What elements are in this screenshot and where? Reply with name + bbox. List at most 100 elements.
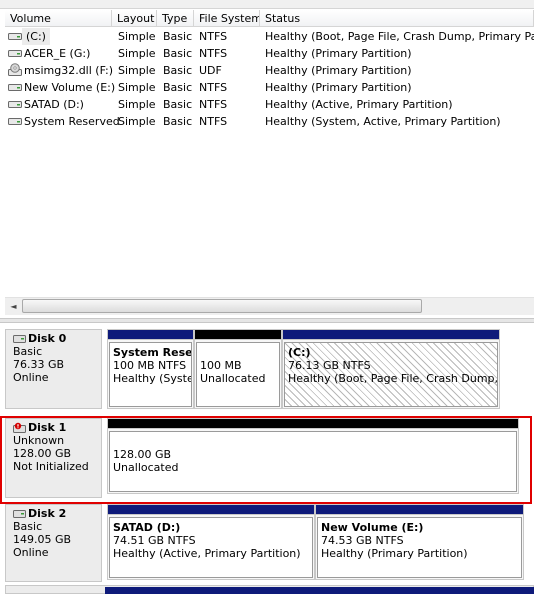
disk-icon [13,510,26,518]
partition-name: SATAD (D:) [113,521,181,534]
disk-state: Online [13,546,49,559]
disk-info-panel[interactable]: Disk 0 Basic 76.33 GB Online [5,329,102,409]
volume-name: System Reserved [24,115,120,128]
partition-c-drive[interactable]: (C:) 76.13 GB NTFS Healthy (Boot, Page F… [282,329,500,409]
partition-bar-partial [105,587,534,594]
partition-size: 128.00 GB [113,448,172,461]
volume-name: ACER_E (G:) [24,47,91,60]
drive-icon [8,33,22,40]
partition-status: Unallocated [200,372,266,385]
column-header-layout[interactable]: Layout [112,10,157,27]
volume-row[interactable]: ACER_E (G:) Simple Basic NTFS Healthy (P… [5,45,534,62]
partition-name: New Volume (E:) [321,521,424,534]
partition-status: Healthy (Primary Partition) [321,547,468,560]
cd-drive-icon [8,63,22,76]
partition-unallocated[interactable]: 128.00 GB Unallocated [107,418,519,494]
partition-bar [107,504,315,515]
volume-layout: Simple [118,30,156,43]
volume-status: Healthy (Active, Primary Partition) [265,98,453,111]
partition-status: Healthy (Boot, Page File, Crash Dump, Pr… [288,372,498,385]
volume-row[interactable]: (C:) Simple Basic NTFS Healthy (Boot, Pa… [5,28,534,45]
disk-size: 128.00 GB [13,447,72,460]
disk-size: 76.33 GB [13,358,65,371]
partition-body: SATAD (D:) 74.51 GB NTFS Healthy (Active… [109,517,313,578]
partition-status: Healthy (Active, Primary Partition) [113,547,301,560]
partition-bar [194,329,282,340]
volume-layout: Simple [118,64,156,77]
partition-satad[interactable]: SATAD (D:) 74.51 GB NTFS Healthy (Active… [107,504,315,580]
disk-info-panel[interactable]: Disk 2 Basic 149.05 GB Online [5,504,102,582]
partition-bar [107,418,519,429]
volume-list[interactable]: Volume Layout Type File System Status (C… [0,0,534,318]
volume-fs: NTFS [199,81,228,94]
disk-title: Disk 2 [13,507,101,520]
disk-title: Disk 1 [13,421,101,434]
volume-fs: NTFS [199,115,228,128]
drive-icon [8,118,22,125]
partition-body: New Volume (E:) 74.53 GB NTFS Healthy (P… [317,517,522,578]
volume-layout: Simple [118,47,156,60]
volume-type: Basic [163,30,193,43]
disk-title: Disk 0 [13,332,101,345]
volume-name: (C:) [22,28,50,45]
volume-status: Healthy (Primary Partition) [265,47,412,60]
volume-layout: Simple [118,115,156,128]
volume-row[interactable]: System Reserved Simple Basic NTFS Health… [5,113,534,130]
volume-status: Healthy (Primary Partition) [265,81,412,94]
disk-info-panel[interactable]: Disk 1 Unknown 128.00 GB Not Initialized [5,418,102,498]
scroll-left-arrow-icon[interactable]: ◄ [5,298,22,315]
volume-name: msimg32.dll (F:) [24,64,114,77]
drive-icon [8,84,22,91]
partition-size: 76.13 GB NTFS [288,359,371,372]
partition-unallocated[interactable]: 100 MB Unallocated [194,329,282,409]
horizontal-scrollbar[interactable]: ◄ [5,297,534,315]
column-header-status[interactable]: Status [260,10,534,27]
volume-status: Healthy (System, Active, Primary Partiti… [265,115,501,128]
volume-layout: Simple [118,98,156,111]
column-header-type[interactable]: Type [157,10,194,27]
disk-kind: Basic [13,520,43,533]
partition-area: System Rese 100 MB NTFS Healthy (Syster … [105,329,534,409]
disk-row: Disk 0 Basic 76.33 GB Online System Rese… [5,329,534,409]
disk-kind: Basic [13,345,43,358]
partition-area: 128.00 GB Unallocated [105,418,524,498]
partition-name: (C:) [288,346,311,359]
volume-type: Basic [163,64,193,77]
partition-bar [315,504,524,515]
column-header-file-system[interactable]: File System [194,10,260,27]
volume-type: Basic [163,98,193,111]
partition-size: 100 MB [200,359,242,372]
volume-fs: NTFS [199,30,228,43]
disk-kind: Unknown [13,434,65,447]
partition-new-volume[interactable]: New Volume (E:) 74.53 GB NTFS Healthy (P… [315,504,524,580]
drive-icon [8,50,22,57]
volume-fs: NTFS [199,98,228,111]
disk-state: Online [13,371,49,384]
disk-title-text: Disk 0 [28,332,67,345]
partition-body-selected: (C:) 76.13 GB NTFS Healthy (Boot, Page F… [284,342,498,407]
disk-error-icon [13,422,26,433]
volume-status: Healthy (Primary Partition) [265,64,412,77]
partition-body: 100 MB Unallocated [196,342,280,407]
disk-size: 149.05 GB [13,533,72,546]
scrollbar-thumb[interactable] [22,299,422,313]
list-top-strip [0,0,534,9]
partition-size: 100 MB NTFS [113,359,187,372]
partition-system-reserved[interactable]: System Rese 100 MB NTFS Healthy (Syster [107,329,194,409]
disk-icon [13,335,26,343]
partition-status: Healthy (Syster [113,372,192,385]
volume-type: Basic [163,47,193,60]
partition-body: System Rese 100 MB NTFS Healthy (Syster [109,342,192,407]
disk-title-text: Disk 2 [28,507,67,520]
partition-area: SATAD (D:) 74.51 GB NTFS Healthy (Active… [105,504,534,582]
volume-layout: Simple [118,81,156,94]
volume-fs: UDF [199,64,222,77]
partition-bar [282,329,500,340]
volume-row[interactable]: New Volume (E:) Simple Basic NTFS Health… [5,79,534,96]
partition-name: System Rese [113,346,192,359]
volume-row[interactable]: SATAD (D:) Simple Basic NTFS Healthy (Ac… [5,96,534,113]
volume-fs: NTFS [199,47,228,60]
column-header-volume[interactable]: Volume [5,10,112,27]
volume-row[interactable]: msimg32.dll (F:) Simple Basic UDF Health… [5,62,534,79]
partition-size: 74.53 GB NTFS [321,534,404,547]
